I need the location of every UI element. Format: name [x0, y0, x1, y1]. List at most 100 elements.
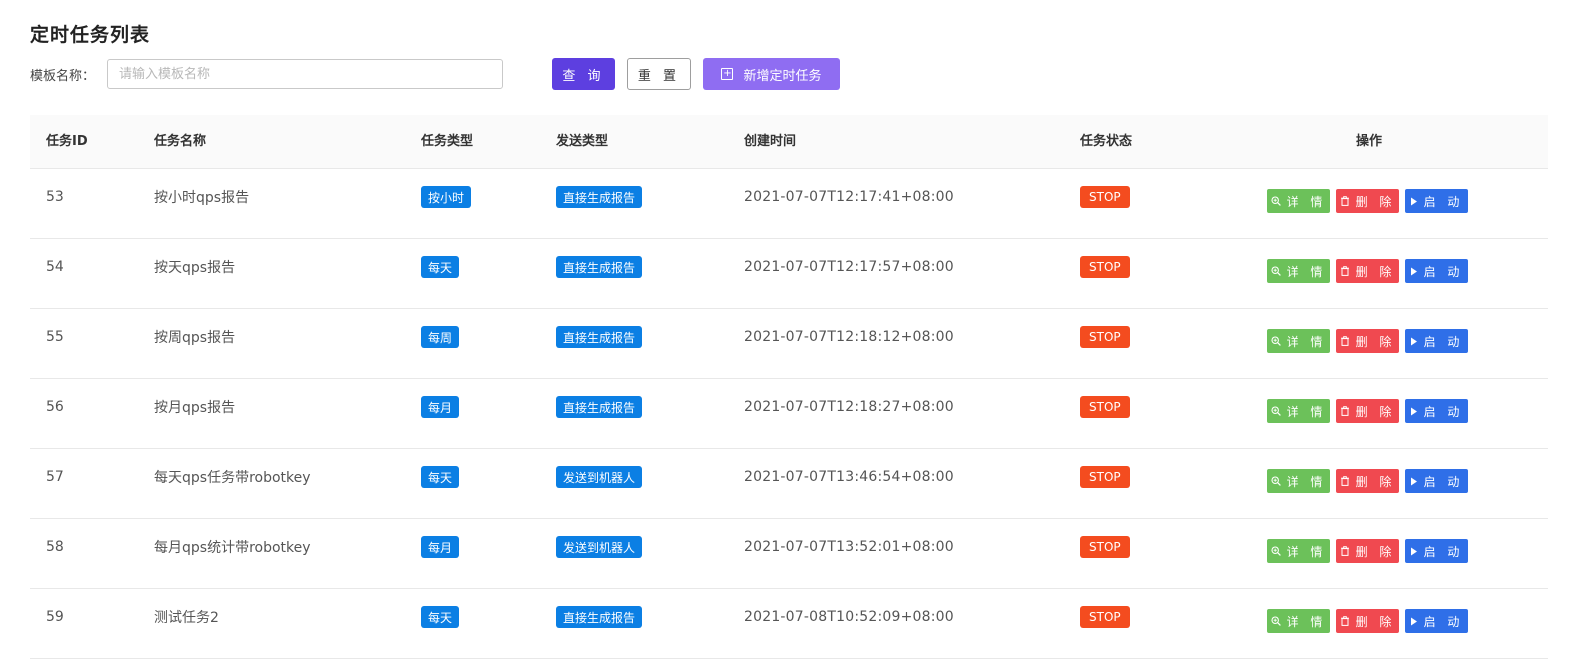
row-actions: 详 情 删 除 启 动: [1267, 243, 1468, 299]
table-row: 57 每天qps任务带robotkey 每天 发送到机器人 2021-07-07…: [30, 449, 1548, 519]
add-task-button[interactable]: + 新增定时任务: [703, 58, 840, 90]
table-row: 59 测试任务2 每天 直接生成报告 2021-07-08T10:52:09+0…: [30, 589, 1548, 659]
row-actions: 详 情 删 除 启 动: [1267, 383, 1468, 439]
table-row: 54 按天qps报告 每天 直接生成报告 2021-07-07T12:17:57…: [30, 239, 1548, 309]
query-button-label: 查 询: [562, 68, 605, 84]
detail-button[interactable]: 详 情: [1267, 189, 1330, 213]
status-badge: STOP: [1080, 396, 1130, 418]
detail-button[interactable]: 详 情: [1267, 609, 1330, 633]
send-type-tag: 直接生成报告: [556, 186, 643, 208]
detail-button[interactable]: 详 情: [1267, 399, 1330, 423]
detail-label: 详 情: [1286, 404, 1327, 419]
send-type-tag: 直接生成报告: [556, 396, 643, 418]
start-label: 启 动: [1423, 264, 1464, 279]
task-type-cell: 每月: [421, 519, 460, 575]
detail-button[interactable]: 详 情: [1267, 329, 1330, 353]
detail-label: 详 情: [1286, 194, 1327, 209]
start-label: 启 动: [1423, 194, 1464, 209]
send-type-tag: 发送到机器人: [556, 536, 643, 558]
play-icon: [1410, 407, 1418, 416]
task-status-cell: STOP: [1080, 449, 1130, 505]
task-type-tag: 每月: [421, 536, 460, 558]
task-type-cell: 每周: [421, 309, 460, 365]
page-title: 定时任务列表: [30, 24, 151, 46]
query-button[interactable]: 查 询: [552, 58, 615, 90]
row-actions: 详 情 删 除 启 动: [1267, 453, 1468, 509]
add-task-button-label: 新增定时任务: [743, 68, 822, 84]
delete-button[interactable]: 删 除: [1336, 189, 1399, 213]
send-type-cell: 直接生成报告: [556, 309, 643, 365]
play-icon: [1410, 617, 1418, 626]
status-badge: STOP: [1080, 606, 1130, 628]
plus-square-icon: +: [721, 68, 734, 80]
delete-button[interactable]: 删 除: [1336, 259, 1399, 283]
task-type-tag: 每天: [421, 466, 460, 488]
task-name: 按月qps报告: [154, 400, 236, 416]
send-type-cell: 直接生成报告: [556, 169, 643, 225]
task-name: 按天qps报告: [154, 260, 236, 276]
start-label: 启 动: [1423, 334, 1464, 349]
send-type-cell: 发送到机器人: [556, 449, 643, 505]
send-type-cell: 直接生成报告: [556, 379, 643, 435]
start-button[interactable]: 启 动: [1405, 539, 1468, 563]
header-task-type: 任务类型: [421, 134, 474, 149]
created-time: 2021-07-07T12:17:57+08:00: [744, 259, 954, 275]
task-status-cell: STOP: [1080, 589, 1130, 645]
zoom-in-icon: [1271, 196, 1281, 206]
created-time: 2021-07-07T13:46:54+08:00: [744, 469, 954, 485]
task-id: 53: [46, 189, 64, 205]
table-body: 53 按小时qps报告 按小时 直接生成报告 2021-07-07T12:17:…: [30, 169, 1548, 659]
delete-button[interactable]: 删 除: [1336, 609, 1399, 633]
delete-button[interactable]: 删 除: [1336, 539, 1399, 563]
task-status-cell: STOP: [1080, 519, 1130, 575]
delete-button[interactable]: 删 除: [1336, 469, 1399, 493]
trash-icon: [1340, 336, 1350, 346]
zoom-in-icon: [1271, 616, 1281, 626]
send-type-tag: 直接生成报告: [556, 606, 643, 628]
detail-button[interactable]: 详 情: [1267, 539, 1330, 563]
created-time: 2021-07-07T13:52:01+08:00: [744, 539, 954, 555]
detail-label: 详 情: [1286, 334, 1327, 349]
task-name: 测试任务2: [154, 610, 219, 626]
task-name: 每天qps任务带robotkey: [154, 470, 311, 486]
row-actions: 详 情 删 除 启 动: [1267, 593, 1468, 649]
start-label: 启 动: [1423, 404, 1464, 419]
delete-label: 删 除: [1355, 404, 1396, 419]
task-type-tag: 每周: [421, 326, 460, 348]
task-table: 任务ID 任务名称 任务类型 发送类型 创建时间 任务状态 操作 53 按小时q…: [30, 115, 1548, 659]
task-id: 57: [46, 469, 64, 485]
task-type-cell: 按小时: [421, 169, 472, 225]
start-button[interactable]: 启 动: [1405, 329, 1468, 353]
start-button[interactable]: 启 动: [1405, 259, 1468, 283]
start-button[interactable]: 启 动: [1405, 399, 1468, 423]
task-type-tag: 每天: [421, 606, 460, 628]
task-status-cell: STOP: [1080, 379, 1130, 435]
template-name-input[interactable]: [107, 59, 503, 89]
detail-button[interactable]: 详 情: [1267, 469, 1330, 493]
task-type-cell: 每天: [421, 589, 460, 645]
task-type-tag: 每月: [421, 396, 460, 418]
task-id: 59: [46, 609, 64, 625]
reset-button[interactable]: 重 置: [627, 58, 691, 90]
detail-button[interactable]: 详 情: [1267, 259, 1330, 283]
start-button[interactable]: 启 动: [1405, 469, 1468, 493]
zoom-in-icon: [1271, 546, 1281, 556]
delete-label: 删 除: [1355, 264, 1396, 279]
header-operations: 操作: [1356, 134, 1383, 149]
delete-label: 删 除: [1355, 334, 1396, 349]
send-type-tag: 直接生成报告: [556, 256, 643, 278]
task-id: 58: [46, 539, 64, 555]
zoom-in-icon: [1271, 336, 1281, 346]
start-label: 启 动: [1423, 544, 1464, 559]
trash-icon: [1340, 196, 1350, 206]
start-button[interactable]: 启 动: [1405, 189, 1468, 213]
delete-button[interactable]: 删 除: [1336, 329, 1399, 353]
table-row: 58 每月qps统计带robotkey 每月 发送到机器人 2021-07-07…: [30, 519, 1548, 589]
table-row: 55 按周qps报告 每周 直接生成报告 2021-07-07T12:18:12…: [30, 309, 1548, 379]
trash-icon: [1340, 616, 1350, 626]
start-label: 启 动: [1423, 474, 1464, 489]
start-button[interactable]: 启 动: [1405, 609, 1468, 633]
header-created-time: 创建时间: [744, 134, 797, 149]
play-icon: [1410, 547, 1418, 556]
delete-button[interactable]: 删 除: [1336, 399, 1399, 423]
